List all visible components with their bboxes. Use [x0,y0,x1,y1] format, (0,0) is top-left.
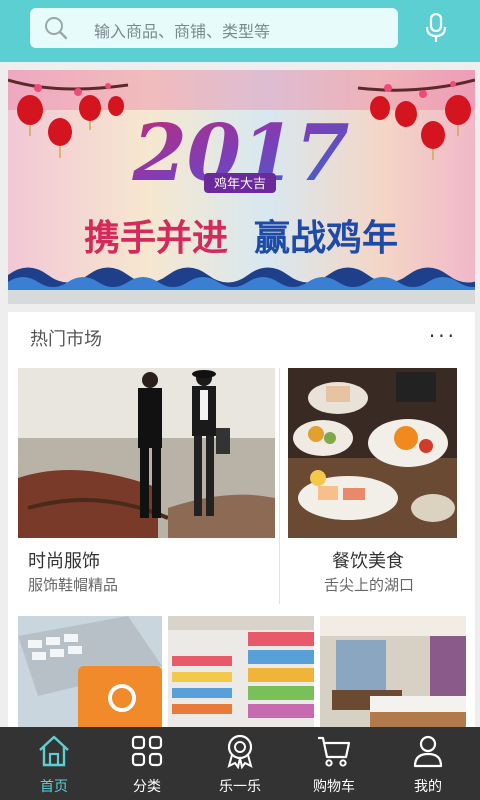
top-bar: 输入商品、商铺、类型等 [0,0,480,62]
search-icon [45,17,68,40]
card-subtitle-food: 舌尖上的湖口 [324,576,415,594]
card-title-food: 餐饮美食 [332,551,404,572]
grid-icon [131,735,163,767]
tab-category[interactable]: 分类 [99,727,195,800]
tile-hotel[interactable] [320,616,466,732]
tab-fun[interactable]: 乐一乐 [192,727,288,800]
tab-cart[interactable]: 购物车 [286,727,382,800]
tab-label-mine: 我的 [414,779,442,795]
banner-image: 2017 鸡年大吉 携手并进 赢战鸡年 [8,70,475,290]
promo-banner[interactable]: 2017 鸡年大吉 携手并进 赢战鸡年 [8,70,475,290]
fashion-card-image[interactable] [18,368,275,538]
banner-divider [8,290,475,304]
more-options-icon[interactable]: ··· [429,324,457,348]
banner-slogan-left: 携手并进 [84,217,228,259]
tab-label-fun: 乐一乐 [219,779,261,795]
search-box[interactable]: 输入商品、商铺、类型等 [30,8,398,48]
food-photo [288,368,457,538]
hotel-photo [320,616,466,732]
bottom-tab-bar: 首页 分类 乐一乐 购物车 我的 [0,727,480,800]
user-icon [413,735,443,768]
tile-supermarket[interactable] [168,616,314,732]
hot-market-cards: 时尚服饰 服饰鞋帽精品 餐饮美食 舌尖上的湖口 [8,362,475,612]
tab-home[interactable]: 首页 [6,727,102,800]
section-title: 热门市场 [30,329,102,350]
food-card-image[interactable] [288,368,457,538]
card-title-fashion: 时尚服饰 [28,551,100,572]
tab-mine[interactable]: 我的 [380,727,476,800]
tab-label-cart: 购物车 [313,779,355,795]
card-subtitle-fashion: 服饰鞋帽精品 [28,576,119,594]
cart-icon [318,736,351,767]
hot-market-header: 热门市场 ··· [8,312,475,363]
fashion-photo [18,368,275,538]
electronics-photo [18,616,162,732]
tab-label-category: 分类 [133,779,161,795]
category-tiles [8,612,475,732]
card-divider [279,368,280,604]
badge-icon [227,734,253,769]
microphone-icon[interactable] [422,12,450,44]
home-icon [39,735,69,767]
tab-label-home: 首页 [40,779,68,795]
banner-tag: 鸡年大吉 [214,176,266,192]
search-placeholder: 输入商品、商铺、类型等 [94,22,271,41]
banner-slogan-right: 赢战鸡年 [254,217,398,259]
tile-electronics[interactable] [18,616,162,732]
supermarket-photo [168,616,314,732]
